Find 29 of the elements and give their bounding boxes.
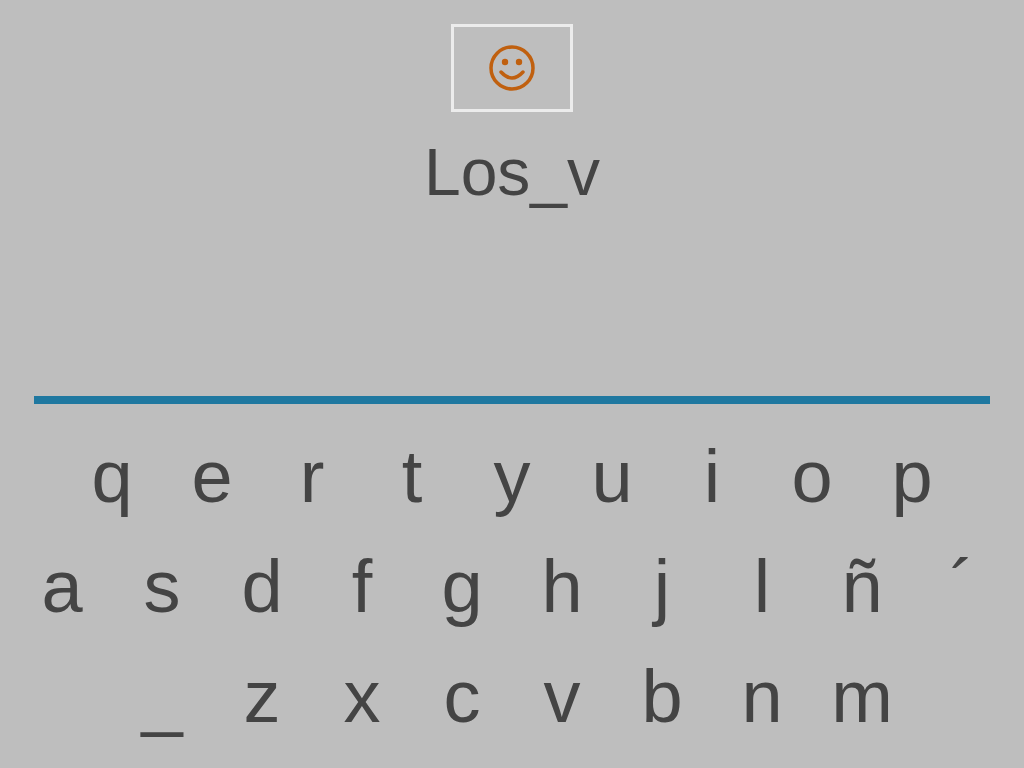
letter-key[interactable]: d — [212, 542, 312, 632]
letter-key[interactable]: t — [362, 432, 462, 522]
letter-key[interactable]: y — [462, 432, 562, 522]
letter-key[interactable]: u — [562, 432, 662, 522]
smiley-icon — [488, 44, 536, 92]
letter-key[interactable]: p — [862, 432, 962, 522]
letter-key[interactable]: z — [212, 652, 312, 742]
letter-key[interactable]: _ — [112, 652, 212, 742]
letter-key[interactable]: r — [262, 432, 362, 522]
letter-key[interactable]: q — [62, 432, 162, 522]
letter-key[interactable]: m — [812, 652, 912, 742]
letter-key[interactable]: b — [612, 652, 712, 742]
letter-key[interactable]: s — [112, 542, 212, 632]
letter-key[interactable]: a — [12, 542, 112, 632]
letter-key[interactable]: l — [712, 542, 812, 632]
letter-key[interactable]: g — [412, 542, 512, 632]
letter-key[interactable]: n — [712, 652, 812, 742]
letter-key[interactable]: o — [762, 432, 862, 522]
letter-key[interactable]: i — [662, 432, 762, 522]
letter-key[interactable]: c — [412, 652, 512, 742]
letter-key[interactable]: j — [612, 542, 712, 632]
letter-key[interactable]: v — [512, 652, 612, 742]
letter-key[interactable]: f — [312, 542, 412, 632]
letter-key[interactable]: x — [312, 652, 412, 742]
letter-key[interactable]: h — [512, 542, 612, 632]
letter-key[interactable]: ñ — [812, 542, 912, 632]
letter-key[interactable]: ´ — [912, 542, 1012, 632]
answer-word: Los_v — [423, 134, 601, 210]
letter-key[interactable]: e — [162, 432, 262, 522]
